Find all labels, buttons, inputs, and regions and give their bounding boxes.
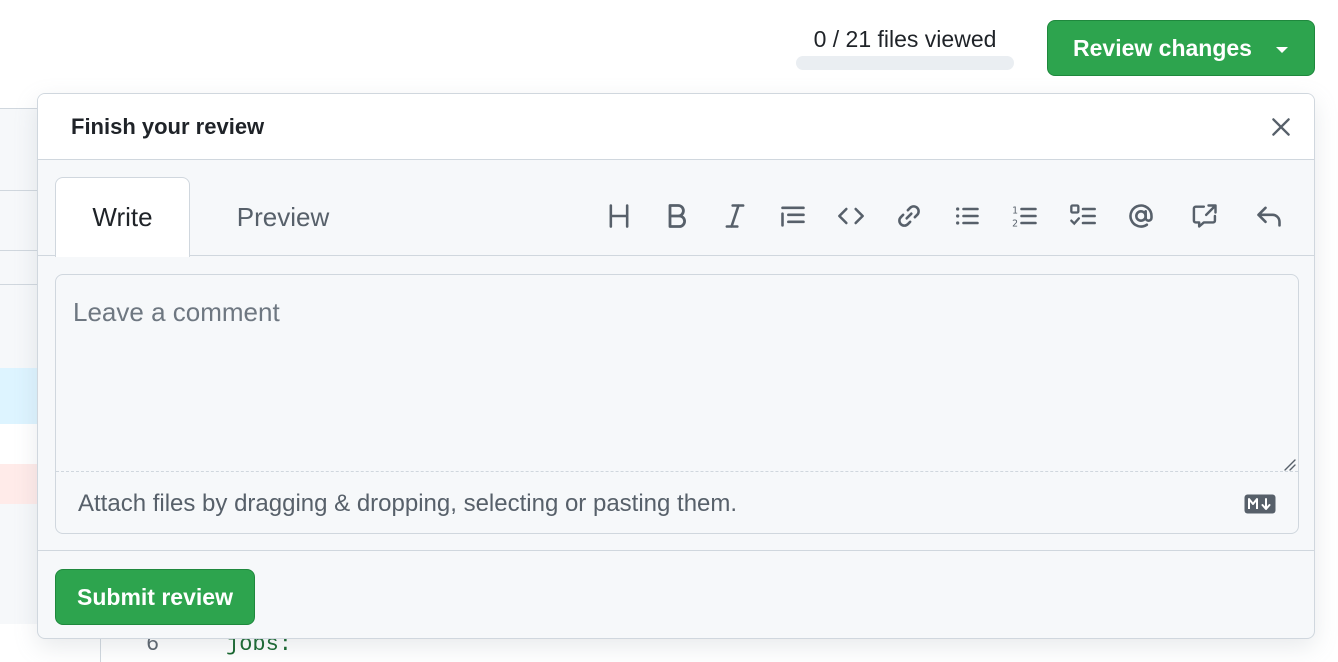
review-changes-label: Review changes	[1073, 34, 1252, 61]
unordered-list-icon[interactable]	[949, 196, 985, 236]
files-viewed-progress	[796, 56, 1014, 70]
tab-preview[interactable]: Preview	[213, 177, 353, 257]
attach-files-bar[interactable]: Attach files by dragging & dropping, sel…	[56, 471, 1298, 533]
diff-hunk-row	[0, 368, 37, 424]
popover-title: Finish your review	[71, 114, 265, 139]
reply-icon[interactable]	[1251, 196, 1287, 236]
divider	[0, 250, 37, 251]
files-viewed-counter: 0 / 21 files viewed	[813, 26, 997, 52]
code-icon[interactable]	[833, 196, 869, 236]
submit-review-button[interactable]: Submit review	[55, 569, 255, 625]
diff-background	[0, 108, 37, 624]
quote-icon[interactable]	[775, 196, 811, 236]
mention-icon[interactable]	[1123, 196, 1159, 236]
task-list-icon[interactable]	[1065, 196, 1101, 236]
svg-text:1: 1	[1012, 206, 1018, 217]
divider	[0, 108, 37, 109]
code-gutter	[100, 636, 101, 662]
popover-footer: Submit review	[38, 550, 1314, 638]
attach-files-text[interactable]: Attach files by dragging & dropping, sel…	[78, 490, 737, 518]
popover-header: Finish your review	[38, 94, 1314, 160]
close-icon[interactable]	[1268, 114, 1294, 140]
divider	[0, 284, 37, 285]
caret-down-icon	[1276, 47, 1288, 53]
link-icon[interactable]	[891, 196, 927, 236]
comment-textarea[interactable]	[56, 275, 1298, 471]
divider	[0, 190, 37, 191]
tab-write[interactable]: Write	[55, 177, 190, 257]
resize-handle-icon[interactable]	[1280, 455, 1296, 471]
heading-icon[interactable]	[601, 196, 637, 236]
svg-text:2: 2	[1012, 219, 1018, 230]
pull-request-page: 6 jobs: 0 / 21 files viewed Review chang…	[0, 0, 1338, 662]
diff-deleted-row	[0, 464, 37, 504]
finish-review-popover: Finish your review Write Preview 1 2 Lea…	[37, 93, 1315, 639]
review-changes-button[interactable]: Review changes	[1047, 20, 1315, 76]
diff-context-row	[0, 424, 37, 464]
editor-tabbar: Write Preview 1 2	[38, 160, 1314, 257]
bold-icon[interactable]	[659, 196, 695, 236]
italic-icon[interactable]	[717, 196, 753, 236]
markdown-icon[interactable]	[1244, 494, 1276, 514]
comment-box: Attach files by dragging & dropping, sel…	[55, 274, 1299, 534]
ordered-list-icon[interactable]: 12	[1007, 196, 1043, 236]
cross-reference-icon[interactable]	[1187, 196, 1223, 236]
